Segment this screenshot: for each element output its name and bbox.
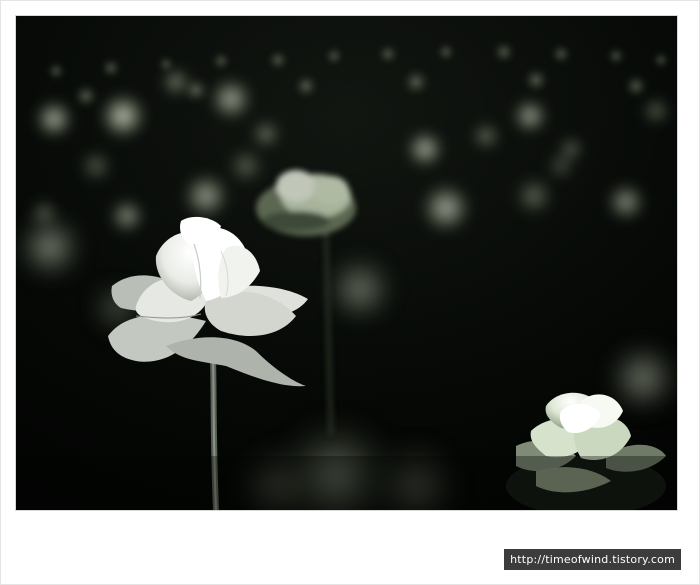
watermark-url: http://timeofwind.tistory.com <box>504 549 681 570</box>
photo <box>16 16 677 510</box>
foreground-shadow <box>16 456 677 510</box>
night-flower-photo <box>16 16 677 510</box>
photo-frame: http://timeofwind.tistory.com <box>0 0 700 585</box>
